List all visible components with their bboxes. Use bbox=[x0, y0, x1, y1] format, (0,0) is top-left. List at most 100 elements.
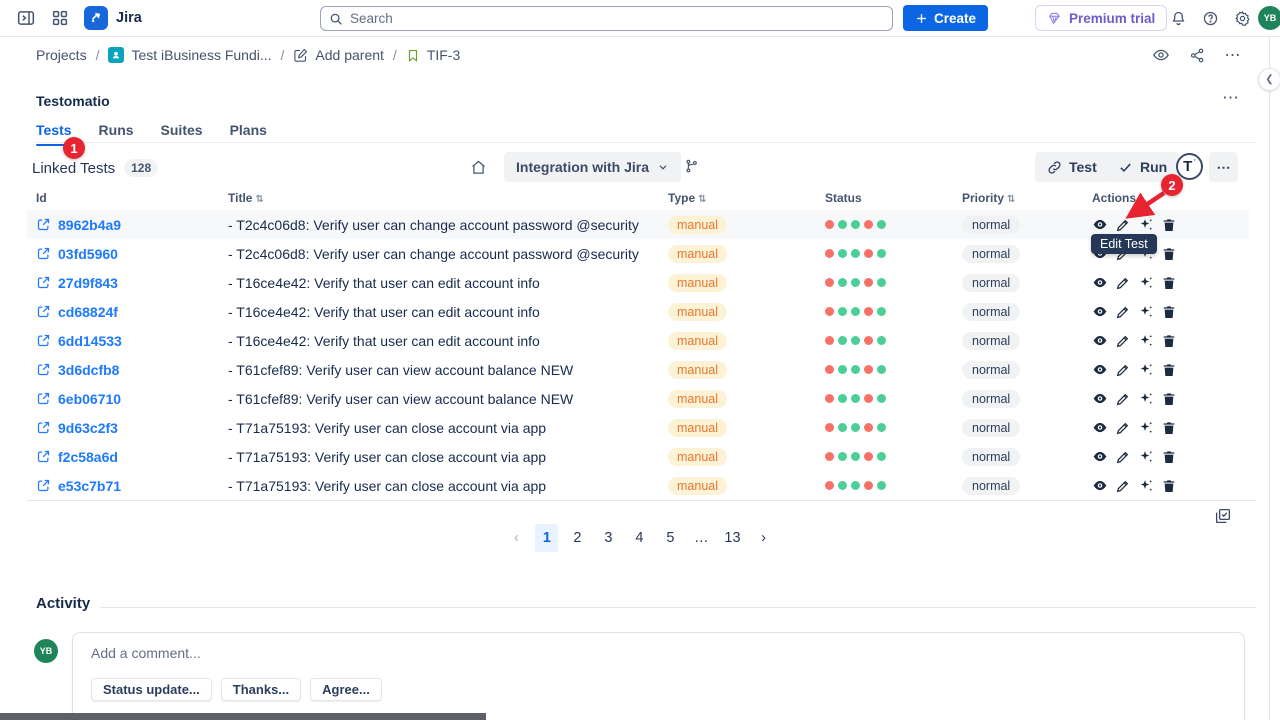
edit-test-icon[interactable] bbox=[1115, 275, 1131, 291]
premium-trial-button[interactable]: Premium trial bbox=[1035, 5, 1167, 31]
test-id-link[interactable]: 6dd14533 bbox=[36, 333, 228, 349]
test-id-link[interactable]: f2c58a6d bbox=[36, 449, 228, 465]
status-dots bbox=[825, 307, 962, 316]
edit-test-icon[interactable] bbox=[1115, 449, 1131, 465]
edit-test-icon[interactable] bbox=[1115, 304, 1131, 320]
pagination-page-1[interactable]: 1 bbox=[535, 524, 558, 552]
view-test-icon[interactable] bbox=[1092, 304, 1108, 320]
home-icon[interactable] bbox=[470, 159, 487, 176]
edit-test-icon[interactable] bbox=[1115, 478, 1131, 494]
edit-test-icon[interactable] bbox=[1115, 333, 1131, 349]
view-test-icon[interactable] bbox=[1092, 420, 1108, 436]
edit-test-icon[interactable] bbox=[1115, 391, 1131, 407]
table-more-button[interactable]: ⋯ bbox=[1209, 152, 1238, 182]
test-id-link[interactable]: 3d6dcfb8 bbox=[36, 362, 228, 378]
branch-icon[interactable] bbox=[684, 158, 699, 174]
integration-dropdown[interactable]: Integration with Jira bbox=[504, 152, 681, 182]
linked-tests-table: IdTitle⇅Type⇅StatusPriority⇅Actions 8962… bbox=[27, 186, 1249, 500]
expand-panel-chevron-icon[interactable]: ❮ bbox=[1258, 68, 1280, 91]
delete-test-icon[interactable] bbox=[1161, 362, 1177, 378]
status-dot-pass bbox=[838, 307, 847, 316]
status-dot-fail bbox=[825, 220, 834, 229]
watch-eye-icon[interactable] bbox=[1146, 40, 1176, 70]
search-input[interactable] bbox=[350, 11, 884, 26]
link-test-button[interactable]: Test bbox=[1035, 152, 1109, 182]
test-id-link[interactable]: 9d63c2f3 bbox=[36, 420, 228, 436]
breadcrumb-project[interactable]: Test iBusiness Fundi... bbox=[108, 47, 271, 63]
bottom-window-edge bbox=[0, 713, 486, 720]
more-actions-icon[interactable]: ⋯ bbox=[1218, 40, 1248, 70]
testomatio-logo-button[interactable]: Tʼ bbox=[1176, 153, 1203, 180]
ai-sparkles-icon[interactable] bbox=[1138, 420, 1154, 436]
test-type-badge: manual bbox=[668, 361, 727, 379]
test-id-link[interactable]: e53c7b71 bbox=[36, 478, 228, 494]
pagination-page-5[interactable]: 5 bbox=[658, 524, 682, 552]
view-test-icon[interactable] bbox=[1092, 333, 1108, 349]
status-dots bbox=[825, 336, 962, 345]
pagination-page-4[interactable]: 4 bbox=[627, 524, 651, 552]
test-title: - T2c4c06d8: Verify user can change acco… bbox=[228, 246, 668, 262]
app-title: Jira bbox=[116, 10, 142, 26]
ai-sparkles-icon[interactable] bbox=[1138, 333, 1154, 349]
view-test-icon[interactable] bbox=[1092, 449, 1108, 465]
breadcrumb-add-parent[interactable]: Add parent bbox=[293, 47, 384, 63]
notifications-bell-icon[interactable] bbox=[1164, 4, 1192, 32]
view-test-icon[interactable] bbox=[1092, 391, 1108, 407]
comment-editor[interactable]: Status update... Thanks... Agree... bbox=[72, 632, 1245, 720]
ai-sparkles-icon[interactable] bbox=[1138, 391, 1154, 407]
app-switcher-icon[interactable] bbox=[46, 4, 74, 32]
multi-select-icon[interactable] bbox=[1214, 507, 1232, 525]
ai-sparkles-icon[interactable] bbox=[1138, 478, 1154, 494]
test-id-link[interactable]: 03fd5960 bbox=[36, 246, 228, 262]
ai-sparkles-icon[interactable] bbox=[1138, 304, 1154, 320]
pagination-page-13[interactable]: 13 bbox=[720, 524, 744, 552]
breadcrumb-issue[interactable]: TIF-3 bbox=[406, 47, 460, 63]
view-test-icon[interactable] bbox=[1092, 275, 1108, 291]
delete-test-icon[interactable] bbox=[1161, 420, 1177, 436]
status-dot-pass bbox=[838, 336, 847, 345]
pagination-next-icon[interactable]: › bbox=[752, 524, 776, 552]
pagination-page-2[interactable]: 2 bbox=[565, 524, 589, 552]
column-header-title[interactable]: Title⇅ bbox=[228, 191, 668, 205]
delete-test-icon[interactable] bbox=[1161, 275, 1177, 291]
delete-test-icon[interactable] bbox=[1161, 333, 1177, 349]
quick-reply-button[interactable]: Status update... bbox=[91, 678, 212, 701]
delete-test-icon[interactable] bbox=[1161, 304, 1177, 320]
ai-sparkles-icon[interactable] bbox=[1138, 449, 1154, 465]
create-button[interactable]: Create bbox=[903, 5, 988, 31]
global-search[interactable] bbox=[320, 6, 893, 31]
test-id-link[interactable]: 6eb06710 bbox=[36, 391, 228, 407]
pagination-page-3[interactable]: 3 bbox=[596, 524, 620, 552]
delete-test-icon[interactable] bbox=[1161, 478, 1177, 494]
test-id-link[interactable]: 8962b4a9 bbox=[36, 217, 228, 233]
comment-input[interactable] bbox=[91, 645, 1226, 661]
help-icon[interactable] bbox=[1196, 4, 1224, 32]
status-dot-pass bbox=[838, 481, 847, 490]
edit-test-icon[interactable] bbox=[1115, 420, 1131, 436]
view-test-icon[interactable] bbox=[1092, 362, 1108, 378]
test-id-link[interactable]: cd68824f bbox=[36, 304, 228, 320]
delete-test-icon[interactable] bbox=[1161, 391, 1177, 407]
pagination-prev-icon[interactable]: ‹ bbox=[504, 524, 528, 552]
edit-test-icon[interactable] bbox=[1115, 362, 1131, 378]
share-icon[interactable] bbox=[1182, 40, 1212, 70]
breadcrumb-projects[interactable]: Projects bbox=[36, 47, 87, 63]
column-header-priority[interactable]: Priority⇅ bbox=[962, 191, 1092, 205]
ai-sparkles-icon[interactable] bbox=[1138, 362, 1154, 378]
ai-sparkles-icon[interactable] bbox=[1138, 275, 1154, 291]
delete-test-icon[interactable] bbox=[1161, 246, 1177, 262]
status-dots bbox=[825, 423, 962, 432]
quick-reply-button[interactable]: Agree... bbox=[310, 678, 382, 701]
quick-reply-button[interactable]: Thanks... bbox=[221, 678, 301, 701]
test-id-link[interactable]: 27d9f843 bbox=[36, 275, 228, 291]
settings-gear-icon[interactable] bbox=[1228, 4, 1256, 32]
user-avatar[interactable]: YB bbox=[1258, 6, 1280, 30]
collapse-sidebar-icon[interactable] bbox=[12, 4, 40, 32]
table-row: 03fd5960 - T2c4c06d8: Verify user can ch… bbox=[27, 239, 1249, 268]
column-header-type[interactable]: Type⇅ bbox=[668, 191, 825, 205]
view-test-icon[interactable] bbox=[1092, 478, 1108, 494]
panel-more-icon[interactable]: ⋯ bbox=[1222, 88, 1240, 108]
jira-logo-icon[interactable] bbox=[84, 6, 108, 30]
delete-test-icon[interactable] bbox=[1161, 449, 1177, 465]
status-dot-pass bbox=[877, 220, 886, 229]
